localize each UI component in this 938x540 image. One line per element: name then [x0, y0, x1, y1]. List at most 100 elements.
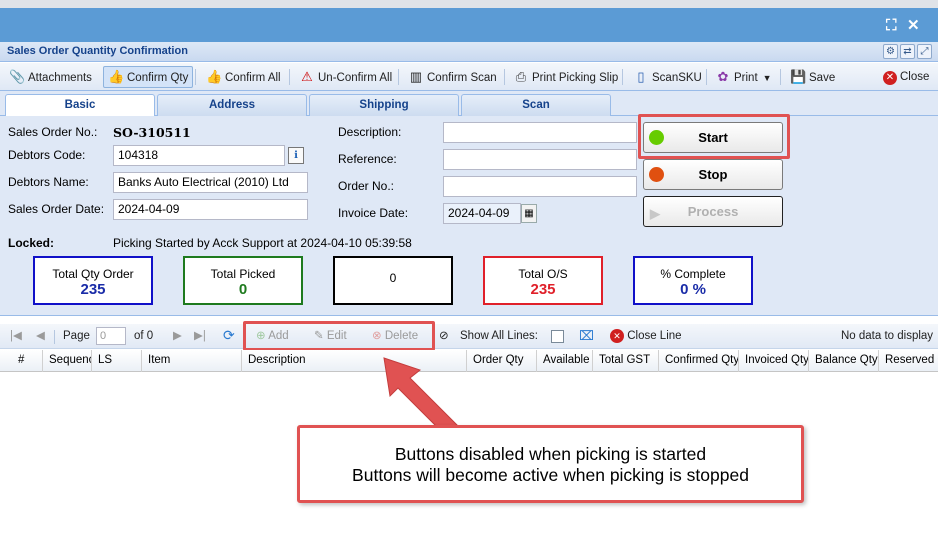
disabled-buttons-highlight	[243, 321, 435, 351]
top-strip	[0, 0, 938, 8]
stat-total-os: Total O/S 235	[483, 256, 603, 305]
column-header[interactable]: #	[0, 350, 43, 372]
order-no-field[interactable]	[443, 176, 637, 197]
calendar-icon[interactable]: ▦	[521, 204, 537, 223]
column-header[interactable]: Total GST	[593, 350, 659, 372]
sales-order-no-label: Sales Order No.:	[8, 125, 98, 139]
toolbar-divider	[54, 330, 55, 344]
toolbar-divider	[780, 69, 781, 85]
chevron-down-icon: ▼	[762, 73, 772, 83]
toolbar-divider	[398, 69, 399, 85]
toolbar-divider	[195, 69, 196, 85]
confirm-qty-button[interactable]: 👍 Confirm Qty	[103, 66, 194, 88]
annotation-callout: Buttons disabled when picking is started…	[297, 425, 804, 503]
maximize-icon[interactable]: ⛶	[886, 18, 897, 33]
window-header: ⛶ ✕	[0, 8, 938, 42]
column-header[interactable]: Invoiced Qty	[739, 350, 809, 372]
warning-icon: ⚠	[301, 69, 313, 84]
next-page-icon[interactable]: ▶	[173, 328, 182, 344]
close-circle-icon: ✕	[883, 71, 897, 85]
callout-line-1: Buttons disabled when picking is started	[394, 444, 707, 464]
locked-text: Picking Started by Acck Support at 2024-…	[113, 236, 412, 250]
toolbar-divider	[289, 69, 290, 85]
process-button[interactable]: ▶ Process	[643, 196, 783, 227]
column-header[interactable]: LS	[92, 350, 142, 372]
thumbs-up-icon: 👍	[108, 69, 125, 84]
refresh-icon[interactable]: ⇄	[900, 44, 915, 59]
red-dot-icon	[649, 167, 664, 182]
form-panel: Sales Order No.: SO-310511 Debtors Code:…	[0, 114, 938, 316]
save-icon: 💾	[790, 69, 807, 84]
refresh-icon[interactable]: ⟳	[223, 327, 235, 343]
column-header[interactable]: Item	[142, 350, 242, 372]
barcode-icon: ▥	[409, 69, 423, 84]
page-input[interactable]: 0	[96, 327, 126, 345]
invoice-date-label: Invoice Date:	[338, 206, 409, 220]
close-line-button[interactable]: ✕ Close Line	[610, 328, 682, 344]
grid-toolbar: |◀ ◀ Page 0 of 0 ▶ ▶| ⟳ ⊕ Add ✎ Edit ⊗ D…	[0, 321, 938, 351]
close-icon[interactable]: ✕	[907, 18, 920, 33]
invoice-date-field[interactable]: 2024-04-09	[443, 203, 521, 224]
tab-bar: Basic Address Shipping Scan	[0, 91, 938, 117]
settings-icon[interactable]: ⚙	[883, 44, 898, 59]
stat-total-picked: Total Picked 0	[183, 256, 303, 305]
scanner-icon: ▯	[637, 69, 645, 84]
sales-order-date-field[interactable]: 2024-04-09	[113, 199, 308, 220]
save-button[interactable]: 💾 Save	[785, 66, 840, 88]
toolbar-divider	[706, 69, 707, 85]
panel-title: Sales Order Quantity Confirmation	[7, 45, 188, 57]
lookup-icon[interactable]: ℹ	[288, 147, 304, 164]
column-header[interactable]: Confirmed Qty	[659, 350, 739, 372]
debtors-name-label: Debtors Name:	[8, 175, 89, 189]
tab-scan[interactable]: Scan	[461, 94, 611, 116]
confirm-scan-button[interactable]: ▥ Confirm Scan	[403, 66, 502, 88]
close-circle-icon: ✕	[610, 329, 624, 343]
show-all-lines-label: Show All Lines:	[460, 330, 538, 342]
order-no-label: Order No.:	[338, 179, 395, 193]
debtors-code-field[interactable]: 104318	[113, 145, 285, 166]
tab-shipping[interactable]: Shipping	[309, 94, 459, 116]
show-all-lines-checkbox[interactable]	[551, 330, 564, 343]
reference-field[interactable]	[443, 149, 637, 170]
column-header[interactable]: Balance Qty	[809, 350, 879, 372]
sales-order-date-label: Sales Order Date:	[8, 202, 105, 216]
no-data-text: No data to display	[841, 330, 934, 342]
print-button[interactable]: ✿ Print ▼	[710, 66, 777, 88]
reference-label: Reference:	[338, 152, 397, 166]
confirm-all-button[interactable]: 👍 Confirm All	[201, 66, 286, 88]
stat-percent-complete: % Complete 0 %	[633, 256, 753, 305]
tab-basic[interactable]: Basic	[5, 94, 155, 117]
panel-title-bar: Sales Order Quantity Confirmation ⚙ ⇄ ⤢	[0, 42, 938, 62]
close-button[interactable]: ✕ Close	[878, 66, 934, 88]
column-header[interactable]: Sequenc	[43, 350, 92, 372]
print-picking-slip-button[interactable]: ⎙ Print Picking Slip	[508, 66, 623, 88]
paperclip-icon: 📎	[9, 69, 26, 84]
sales-order-no-value: SO-310511	[113, 125, 191, 140]
start-highlight	[638, 114, 790, 159]
locked-label: Locked:	[8, 236, 55, 250]
unconfirm-all-button[interactable]: ⚠ Un-Confirm All	[294, 66, 397, 88]
column-header[interactable]: Reserved C	[879, 350, 938, 372]
last-page-icon[interactable]: ▶|	[194, 328, 206, 344]
toolbar-divider	[504, 69, 505, 85]
toolbar-divider	[622, 69, 623, 85]
tab-address[interactable]: Address	[157, 94, 307, 116]
stop-button[interactable]: Stop	[643, 159, 783, 190]
prev-page-icon[interactable]: ◀	[36, 328, 45, 344]
print-icon: ✿	[717, 69, 729, 84]
column-header[interactable]: Available (	[537, 350, 593, 372]
scan-sku-button[interactable]: ▯ ScanSKU	[628, 66, 707, 88]
play-icon: ▶	[650, 206, 660, 221]
first-page-icon[interactable]: |◀	[10, 328, 22, 344]
thumbs-up-icon: 👍	[206, 69, 223, 84]
printer-icon: ⎙	[515, 69, 527, 84]
expand-icon[interactable]: ⤢	[917, 44, 932, 59]
callout-line-2: Buttons will become active when picking …	[352, 465, 749, 485]
tag-icon[interactable]: ⌧	[579, 328, 594, 344]
attachments-button[interactable]: 📎 Attachments	[4, 66, 97, 88]
debtors-name-field[interactable]: Banks Auto Electrical (2010) Ltd	[113, 172, 308, 193]
debtors-code-label: Debtors Code:	[8, 148, 86, 162]
description-field[interactable]	[443, 122, 637, 143]
page-count: of 0	[134, 330, 154, 342]
stat-total-qty-order: Total Qty Order 235	[33, 256, 153, 305]
